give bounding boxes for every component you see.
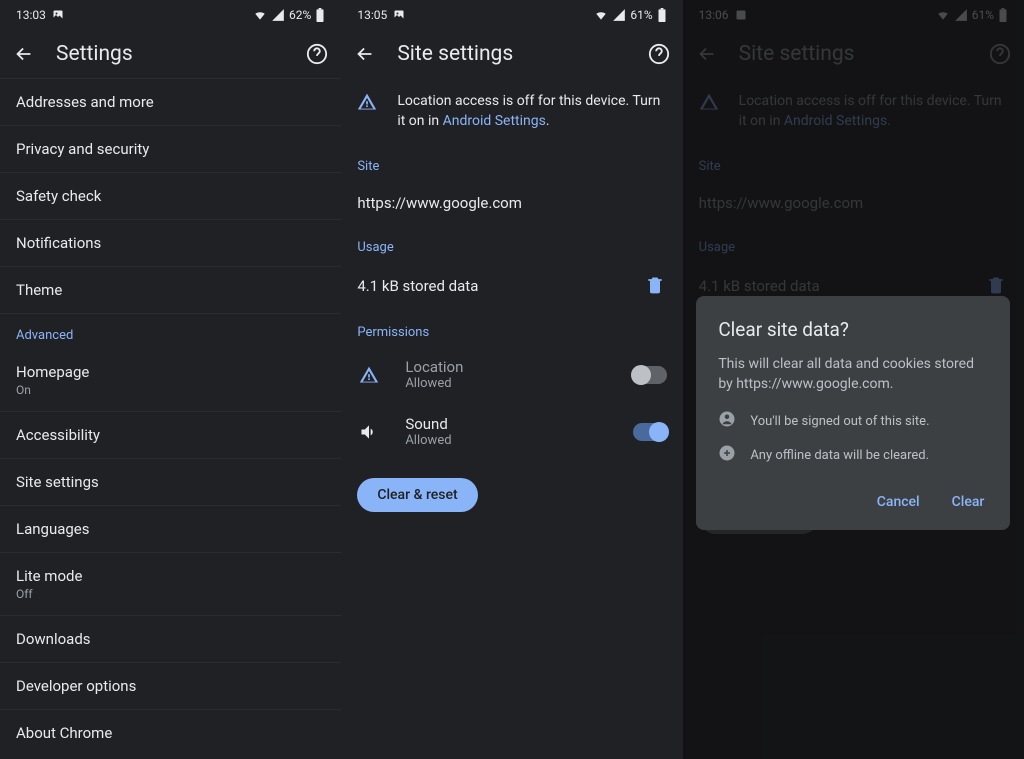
wifi-icon — [594, 8, 608, 22]
help-button[interactable] — [305, 42, 329, 66]
usage-row: 4.1 kB stored data — [341, 261, 682, 311]
settings-item-lite-mode[interactable]: Lite modeOff — [0, 553, 341, 616]
status-bar: 13:05 61% — [341, 0, 682, 30]
clear-button[interactable]: Clear — [948, 486, 989, 518]
help-button[interactable] — [647, 42, 671, 66]
page-title: Site settings — [397, 42, 626, 66]
settings-item-privacy[interactable]: Privacy and security — [0, 126, 341, 173]
android-settings-link[interactable]: Android Settings — [443, 113, 546, 129]
battery-text: 61% — [630, 8, 652, 22]
dialog-point-signout: You'll be signed out of this site. — [718, 410, 988, 432]
sound-icon — [357, 420, 381, 444]
back-button[interactable] — [353, 42, 377, 66]
dialog-message: This will clear all data and cookies sto… — [718, 355, 988, 394]
battery-icon — [657, 8, 667, 22]
status-bar: 13:03 62% — [0, 0, 341, 30]
settings-item-safety[interactable]: Safety check — [0, 173, 341, 220]
app-bar: Site settings — [341, 30, 682, 78]
status-time: 13:03 — [16, 8, 46, 22]
screenshot-icon — [52, 9, 64, 21]
cancel-button[interactable]: Cancel — [873, 486, 924, 518]
settings-item-downloads[interactable]: Downloads — [0, 616, 341, 663]
back-button[interactable] — [12, 42, 36, 66]
clear-data-dialog: Clear site data? This will clear all dat… — [696, 296, 1010, 530]
site-url: https://www.google.com — [341, 180, 682, 226]
banner-text: Location access is off for this device. … — [397, 92, 666, 131]
delete-data-button[interactable] — [645, 275, 667, 297]
settings-item-accessibility[interactable]: Accessibility — [0, 412, 341, 459]
settings-item-developer[interactable]: Developer options — [0, 663, 341, 710]
settings-item-site-settings[interactable]: Site settings — [0, 459, 341, 506]
permission-sound[interactable]: SoundAllowed — [341, 403, 682, 460]
signal-icon — [612, 8, 626, 22]
settings-item-theme[interactable]: Theme — [0, 267, 341, 314]
app-bar: Settings — [0, 30, 341, 78]
battery-icon — [315, 8, 325, 22]
settings-item-about[interactable]: About Chrome — [0, 710, 341, 756]
location-toggle[interactable] — [633, 366, 667, 384]
settings-item-notifications[interactable]: Notifications — [0, 220, 341, 267]
battery-text: 62% — [289, 8, 311, 22]
warning-icon — [357, 363, 381, 387]
person-icon — [718, 410, 736, 432]
section-usage: Usage — [341, 226, 682, 261]
dialog-title: Clear site data? — [718, 318, 988, 341]
page-title: Settings — [56, 42, 285, 66]
settings-item-addresses[interactable]: Addresses and more — [0, 79, 341, 126]
clear-reset-button[interactable]: Clear & reset — [357, 478, 477, 512]
permission-location[interactable]: LocationAllowed — [341, 346, 682, 403]
location-banner: Location access is off for this device. … — [341, 78, 682, 145]
offline-icon — [718, 444, 736, 466]
sound-toggle[interactable] — [633, 423, 667, 441]
signal-icon — [271, 8, 285, 22]
wifi-icon — [253, 8, 267, 22]
site-settings-dialog-screen: 13:06 61% Site settings Location access … — [683, 0, 1024, 759]
dialog-scrim[interactable]: Clear site data? This will clear all dat… — [683, 0, 1024, 759]
settings-item-homepage[interactable]: HomepageOn — [0, 349, 341, 412]
usage-value: 4.1 kB stored data — [357, 277, 478, 295]
status-time: 13:05 — [357, 8, 387, 22]
site-settings-screen: 13:05 61% Site settings Location access … — [341, 0, 682, 759]
section-advanced: Advanced — [0, 314, 341, 349]
section-permissions: Permissions — [341, 311, 682, 346]
warning-icon — [357, 92, 377, 116]
section-site: Site — [341, 145, 682, 180]
settings-screen: 13:03 62% Settings Addresses and more Pr… — [0, 0, 341, 759]
screenshot-icon — [393, 9, 405, 21]
dialog-point-offline: Any offline data will be cleared. — [718, 444, 988, 466]
settings-item-languages[interactable]: Languages — [0, 506, 341, 553]
